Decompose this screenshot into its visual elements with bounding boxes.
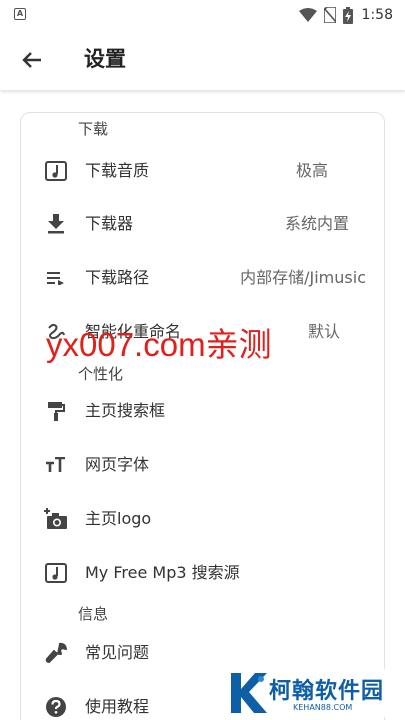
status-time: 1:58 bbox=[361, 7, 393, 23]
brand-logo-icon bbox=[231, 673, 267, 713]
setting-label: 常见问题 bbox=[85, 643, 150, 662]
battery-charging-icon bbox=[342, 6, 353, 24]
status-icons: 1:58 bbox=[298, 5, 393, 25]
arrow-back-icon bbox=[22, 52, 41, 68]
page-title: 设置 bbox=[84, 47, 126, 71]
download-icon bbox=[44, 212, 68, 236]
setting-mp3-search-source[interactable]: My Free Mp3 搜索源 bbox=[20, 546, 385, 600]
music-note-icon bbox=[44, 159, 68, 183]
brand-watermark: 柯翰软件园 KEHAN88.COM bbox=[225, 669, 395, 717]
setting-label: 主页搜索框 bbox=[85, 401, 166, 420]
music-note-icon bbox=[44, 561, 68, 585]
setting-value: 系统内置 bbox=[284, 214, 349, 233]
brand-subtitle: KEHAN88.COM bbox=[293, 703, 353, 712]
setting-home-search-box[interactable]: 主页搜索框 bbox=[20, 384, 385, 438]
help-circle-icon bbox=[44, 695, 68, 719]
setting-value: 内部存储/Jimusic bbox=[240, 268, 366, 287]
wifi-icon bbox=[298, 8, 317, 22]
watermark-text: yx007.com亲测 bbox=[46, 326, 272, 363]
section-header-info: 信息 bbox=[78, 605, 109, 623]
setting-label: 网页字体 bbox=[85, 455, 150, 474]
setting-label: My Free Mp3 搜索源 bbox=[85, 563, 240, 582]
status-bar: A 1:58 bbox=[0, 0, 405, 30]
section-header-download: 下载 bbox=[78, 120, 109, 138]
back-button[interactable] bbox=[18, 46, 46, 74]
section-header-personalize: 个性化 bbox=[78, 365, 124, 383]
wrench-icon bbox=[44, 641, 68, 665]
font-size-icon bbox=[44, 453, 68, 477]
setting-label: 下载音质 bbox=[85, 161, 150, 180]
app-bar: 设置 bbox=[0, 30, 405, 90]
brand-name: 柯翰软件园 bbox=[269, 679, 385, 704]
setting-web-font[interactable]: 网页字体 bbox=[20, 438, 385, 492]
setting-value: 默认 bbox=[307, 322, 340, 341]
add-photo-icon bbox=[44, 507, 68, 531]
setting-value: 极高 bbox=[295, 161, 328, 180]
paint-roller-icon bbox=[44, 399, 68, 423]
setting-label: 使用教程 bbox=[85, 697, 150, 716]
setting-downloader[interactable]: 下载器 系统内置 bbox=[20, 197, 385, 251]
setting-home-logo[interactable]: 主页logo bbox=[20, 492, 385, 546]
setting-download-quality[interactable]: 下载音质 极高 bbox=[20, 144, 385, 198]
setting-label: 下载路径 bbox=[85, 268, 150, 287]
app-notification-icon: A bbox=[14, 8, 26, 20]
setting-label: 下载器 bbox=[85, 214, 134, 233]
no-sim-icon bbox=[323, 7, 336, 23]
setting-download-path[interactable]: 下载路径 内部存储/Jimusic bbox=[20, 251, 385, 305]
playlist-icon bbox=[44, 266, 68, 290]
setting-label: 主页logo bbox=[85, 509, 152, 528]
